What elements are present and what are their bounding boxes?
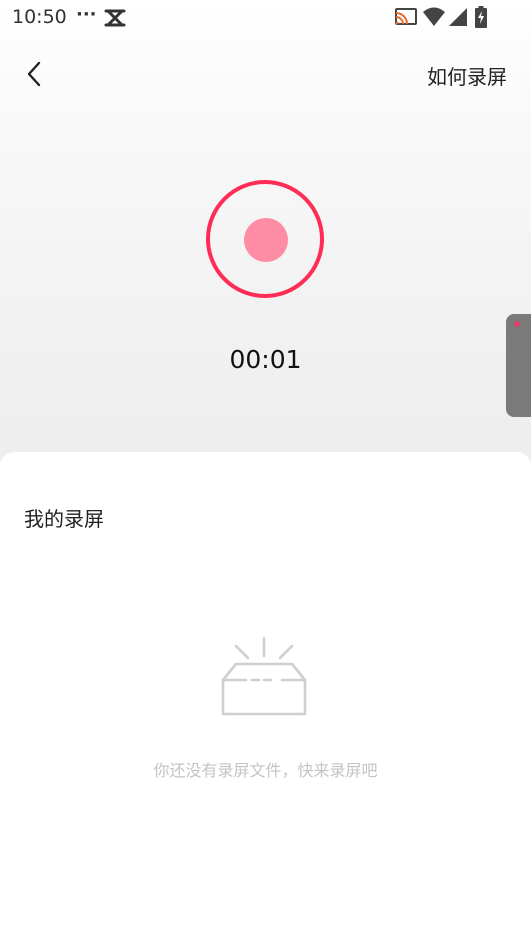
status-time: 10:50	[12, 6, 67, 28]
back-button[interactable]	[20, 58, 50, 90]
recorder-area: 10:50 ··· 如何录屏 00:01	[0, 0, 531, 480]
battery-icon	[475, 6, 487, 28]
capcut-app-icon	[104, 8, 128, 32]
how-to-record-link[interactable]: 如何录屏	[427, 61, 507, 90]
status-more-dots: ···	[76, 4, 97, 25]
recording-indicator-icon	[514, 321, 520, 327]
cast-icon	[395, 8, 417, 25]
empty-state-message: 你还没有录屏文件，快来录屏吧	[153, 761, 378, 780]
status-bar: 10:50 ···	[0, 0, 531, 36]
record-dot-icon	[244, 218, 288, 262]
empty-box-icon	[218, 634, 310, 720]
nav-bar: 如何录屏	[0, 52, 531, 96]
my-recordings-panel: 我的录屏 你还没有录屏文件，快来录屏吧	[0, 452, 531, 944]
wifi-icon	[423, 7, 445, 26]
my-recordings-title: 我的录屏	[24, 507, 104, 531]
recording-timer: 00:01	[229, 345, 302, 374]
floating-side-handle[interactable]	[506, 314, 531, 417]
signal-icon	[449, 8, 467, 26]
chevron-left-icon	[27, 61, 41, 87]
record-button[interactable]	[206, 180, 324, 298]
